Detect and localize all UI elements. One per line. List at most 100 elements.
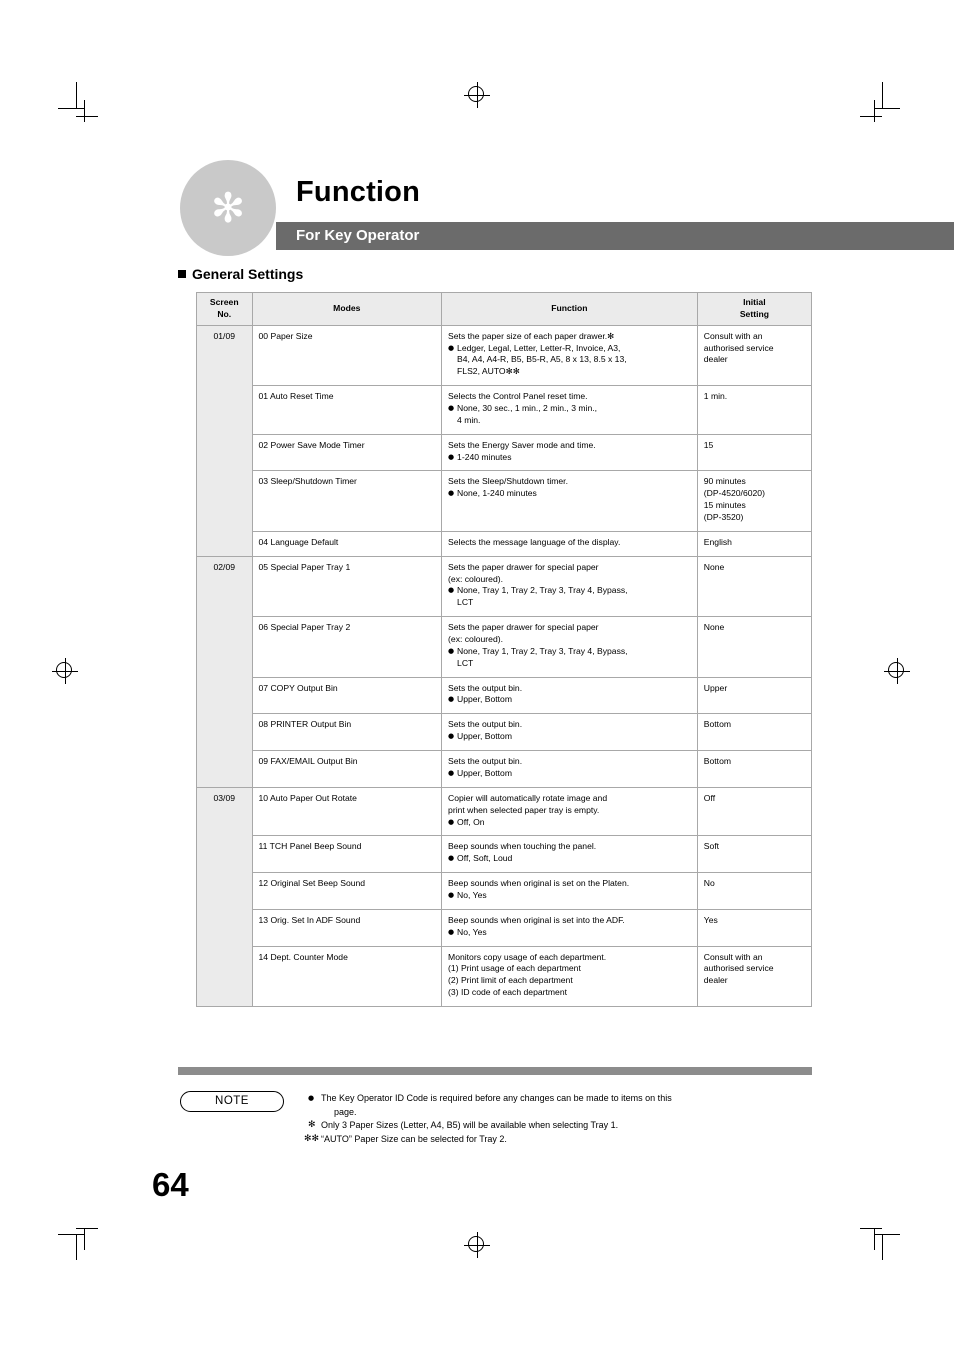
initial-setting-cell: Bottom: [696, 750, 813, 788]
column-header-screen-no: Screen No.: [196, 292, 253, 326]
function-cell: Copier will automatically rotate image a…: [441, 786, 698, 837]
mode-cell: 06 Special Paper Tray 2: [251, 616, 443, 678]
mode-cell: 07 COPY Output Bin: [251, 676, 443, 715]
registration-mark-left: [52, 658, 78, 684]
initial-setting-line: English: [703, 536, 732, 547]
function-cell: Monitors copy usage of each department. (…: [441, 945, 698, 1007]
table-row: 11 TCH Panel Beep Sound Beep sounds when …: [197, 835, 813, 874]
mode-cell: 00 Paper Size: [251, 324, 443, 387]
function-line: LCT: [457, 597, 474, 608]
function-line: ● No, Yes: [448, 889, 487, 900]
column-header-screen-no-line2: No.: [217, 308, 232, 319]
footer-divider-bar: [178, 1067, 812, 1075]
table-row: 03 Sleep/Shutdown Timer Sets the Sleep/Sh…: [197, 470, 813, 532]
initial-setting-cell: 15: [696, 433, 813, 472]
note-line: page.: [334, 1106, 357, 1117]
function-line: ● None, Tray 1, Tray 2, Tray 3, Tray 4, B…: [448, 645, 628, 656]
function-cell: Beep sounds when touching the panel. ● Off…: [441, 835, 698, 874]
function-line: ● None, Tray 1, Tray 2, Tray 3, Tray 4, B…: [448, 585, 628, 596]
function-line: ● Upper, Bottom: [448, 731, 512, 742]
bullet-dot-icon: ●: [448, 890, 455, 899]
bullet-dot-icon: ●: [448, 732, 455, 741]
registration-mark-right: [884, 658, 910, 684]
function-cell: Selects the message language of the disp…: [441, 530, 698, 557]
page-number: 64: [152, 1166, 189, 1203]
bullet-dot-icon: ●: [448, 343, 455, 352]
bullet-dot-icon: ●: [448, 854, 455, 863]
initial-setting-line: Soft: [703, 841, 720, 852]
column-header-initial-line2: Setting: [739, 308, 769, 319]
subtitle-label: For Key Operator: [296, 227, 420, 244]
registration-mark-bottom: [464, 1232, 490, 1258]
mode-cell: 08 PRINTER Output Bin: [251, 713, 443, 752]
asterisk-icon: ✻✻: [304, 1133, 320, 1144]
bullet-dot-icon: ●: [448, 646, 455, 655]
general-settings-table: Screen No. Modes Function Initial Settin…: [196, 292, 813, 1007]
crop-mark-top-right: [860, 82, 900, 122]
function-line: FLS2, AUTO✻✻: [457, 366, 521, 377]
table-body: 01/09 00 Paper Size Sets the paper size of…: [196, 324, 813, 1007]
mode-cell: 02 Power Save Mode Timer: [251, 433, 443, 472]
initial-setting-line: dealer: [703, 975, 728, 986]
table-row: 09 FAX/EMAIL Output Bin Sets the output b…: [197, 750, 813, 788]
function-line: Beep sounds when original is set on the …: [448, 878, 630, 889]
function-cell: Beep sounds when original is set into th…: [441, 908, 698, 947]
bullet-dot-icon: ●: [448, 768, 455, 777]
initial-setting-line: Upper: [703, 682, 728, 693]
column-header-function: Function: [441, 292, 698, 326]
function-cell: Sets the output bin. ● Upper, Bottom: [441, 676, 698, 715]
initial-setting-line: None: [703, 622, 725, 633]
bullet-dot-icon: ●: [448, 817, 455, 826]
table-row: 14 Dept. Counter Mode Monitors copy usage…: [197, 945, 813, 1007]
initial-setting-line: Bottom: [703, 756, 732, 767]
function-line: ● Ledger, Legal, Letter, Letter-R, Invoic…: [448, 342, 621, 353]
initial-setting-cell: 90 minutes (DP-4520/6020) 15 minutes (DP-35…: [696, 470, 813, 532]
table-row: 02/09 05 Special Paper Tray 1 Sets the pap…: [196, 555, 813, 788]
mode-cell: 03 Sleep/Shutdown Timer: [251, 470, 443, 532]
function-cell: Sets the Sleep/Shutdown timer. ● None, 1-2…: [441, 470, 698, 532]
bullet-dot-icon: ●: [448, 586, 455, 595]
initial-setting-line: Bottom: [703, 719, 732, 730]
function-line: (3) ID code of each department: [448, 987, 567, 998]
initial-setting-line: None: [703, 561, 725, 572]
function-line: ● 1-240 minutes: [448, 451, 512, 462]
function-line: ● Off, Soft, Loud: [448, 853, 513, 864]
function-line: ● None, 1-240 minutes: [448, 488, 537, 499]
function-line: ● Off, On: [448, 816, 485, 827]
function-line: ● Upper, Bottom: [448, 694, 512, 705]
crop-mark-bottom-right: [860, 1228, 900, 1268]
mode-cell: 10 Auto Paper Out Rotate: [251, 786, 443, 837]
bullet-dot-icon: ●: [448, 452, 455, 461]
function-cell: Sets the output bin. ● Upper, Bottom: [441, 713, 698, 752]
table-row: 02 Power Save Mode Timer Sets the Energy …: [197, 433, 813, 472]
initial-setting-line: (DP-3520): [703, 512, 744, 523]
bullet-dot-icon: ●: [308, 1094, 315, 1102]
function-cell: Sets the output bin. ● Upper, Bottom: [441, 750, 698, 788]
crop-mark-top-left: [58, 82, 98, 122]
initial-setting-cell: None: [696, 555, 813, 618]
function-line: (ex: coloured).: [448, 634, 503, 645]
asterisk-icon: ✻: [308, 1120, 316, 1130]
screen-no-cell: 03/09: [196, 786, 253, 1007]
function-line: print when selected paper tray is empty.: [448, 804, 600, 815]
mode-cell: 05 Special Paper Tray 1: [251, 555, 443, 618]
mode-cell: 04 Language Default: [251, 530, 443, 557]
initial-setting-line: authorised service: [703, 963, 774, 974]
function-line: ● None, 30 sec., 1 min., 2 min., 3 min.,: [448, 403, 597, 414]
function-line: Beep sounds when original is set into th…: [448, 914, 625, 925]
initial-setting-cell: English: [696, 530, 813, 557]
initial-setting-line: authorised service: [703, 342, 774, 353]
function-line: ● No, Yes: [448, 926, 487, 937]
page-header: ✻ Function For Key Operator: [180, 160, 954, 256]
initial-setting-line: 15: [703, 439, 714, 450]
function-line: (2) Print limit of each department: [448, 975, 573, 986]
function-line: Sets the paper drawer for special paper: [448, 561, 599, 572]
function-line: LCT: [457, 657, 474, 668]
column-header-modes: Modes: [251, 292, 443, 326]
table-head: Screen No. Modes Function Initial Settin…: [196, 292, 813, 326]
function-line: ● Upper, Bottom: [448, 767, 512, 778]
function-line: 4 min.: [457, 414, 481, 425]
function-line: Monitors copy usage of each department.: [448, 951, 607, 962]
function-line: Sets the Sleep/Shutdown timer.: [448, 476, 568, 487]
function-line: Sets the paper drawer for special paper: [448, 622, 599, 633]
